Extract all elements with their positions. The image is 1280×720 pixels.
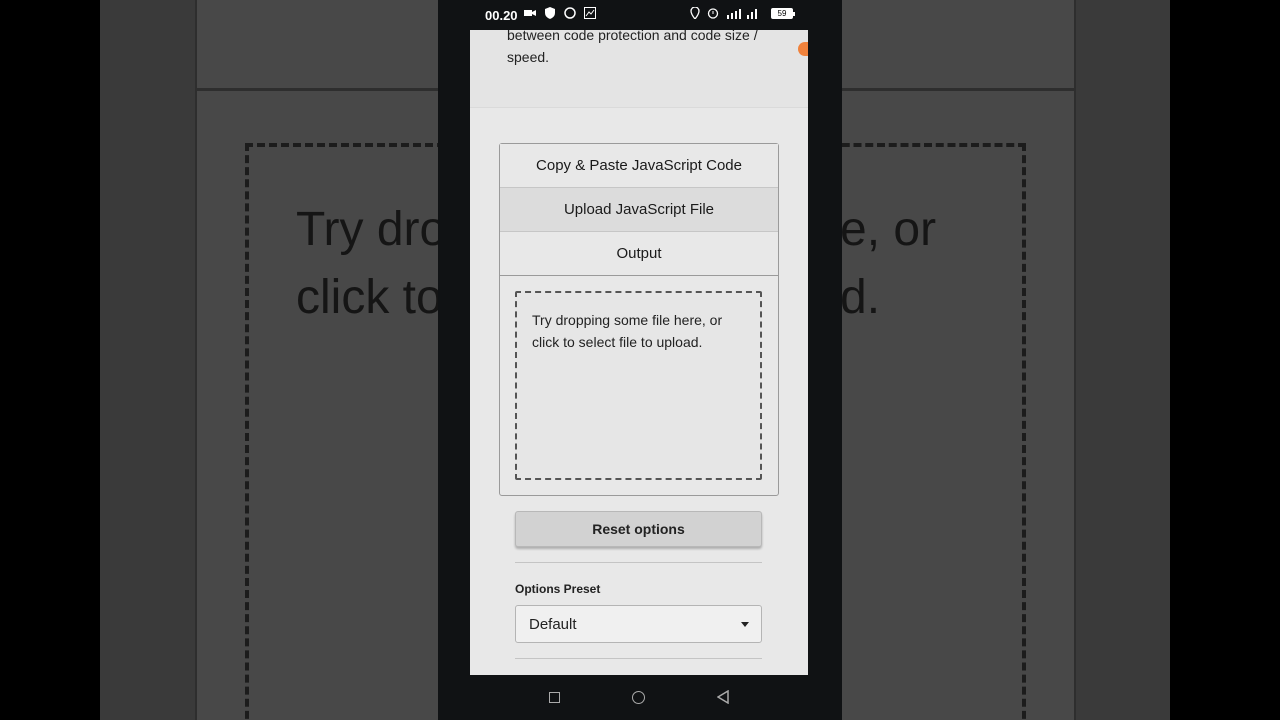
shield-icon xyxy=(545,7,555,19)
app-screen: between code protection and code size / … xyxy=(470,30,808,675)
intro-text: between code protection and code size / … xyxy=(507,30,758,65)
status-icons-left xyxy=(524,7,596,19)
file-dropzone[interactable]: Try dropping some file here, or click to… xyxy=(515,291,762,480)
chart-icon xyxy=(584,7,596,19)
background-divider-right xyxy=(840,88,1076,91)
tab-output[interactable]: Output xyxy=(500,232,778,276)
scroll-indicator[interactable] xyxy=(798,42,808,56)
options-preset-select[interactable]: Default xyxy=(515,605,762,643)
options-preset-value: Default xyxy=(529,616,577,633)
reset-options-button[interactable]: Reset options xyxy=(515,511,762,547)
status-bar: 00.20 59 xyxy=(470,0,808,30)
square-nav-icon[interactable] xyxy=(549,692,560,703)
status-icons-right: 59 xyxy=(689,7,795,19)
divider xyxy=(515,658,762,659)
battery-icon: 59 xyxy=(771,7,795,19)
divider xyxy=(515,562,762,563)
camera-icon xyxy=(524,10,536,16)
background-text-left: Try dro click to xyxy=(296,203,440,324)
dropzone-text: Try dropping some file here, or click to… xyxy=(532,312,723,350)
home-nav-icon[interactable] xyxy=(632,691,645,704)
signal-icon xyxy=(727,9,757,19)
background-right-edge xyxy=(1170,0,1280,720)
intro-section: between code protection and code size / … xyxy=(470,30,808,108)
chevron-down-icon xyxy=(741,622,749,627)
whatsapp-icon xyxy=(564,7,576,19)
background-text-right: e, or d. xyxy=(840,203,937,324)
back-nav-icon[interactable] xyxy=(717,690,729,704)
background-left-edge xyxy=(0,0,100,720)
status-time: 00.20 xyxy=(485,8,518,23)
tab-copy-paste[interactable]: Copy & Paste JavaScript Code xyxy=(500,144,778,188)
location-icon xyxy=(690,7,700,19)
tab-upload-file[interactable]: Upload JavaScript File xyxy=(500,188,778,232)
navigation-bar xyxy=(470,675,808,720)
options-preset-label: Options Preset xyxy=(515,582,601,596)
background-divider-left xyxy=(195,88,440,91)
input-tabs-panel: Copy & Paste JavaScript Code Upload Java… xyxy=(499,143,779,496)
alarm-icon xyxy=(707,8,719,19)
